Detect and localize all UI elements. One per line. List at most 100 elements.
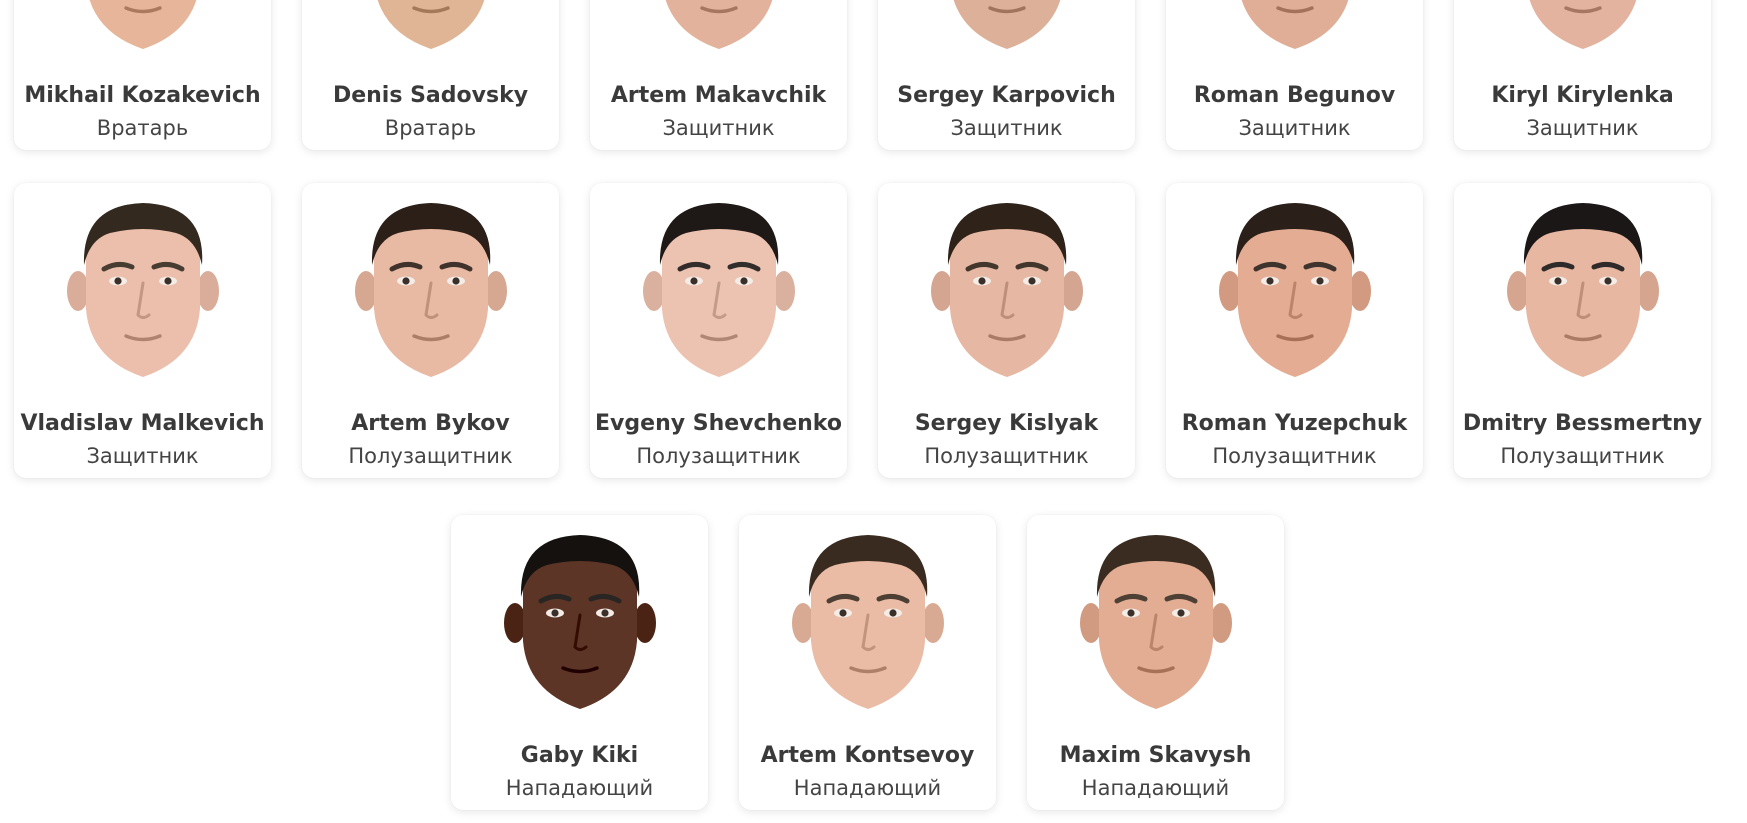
ear-left: [66, 271, 89, 311]
pupil-left: [689, 277, 698, 285]
player-face-image: [1241, 0, 1348, 49]
player-card[interactable]: Roman Begunov Защитник: [1166, 0, 1423, 150]
player-photo: [14, 0, 271, 51]
player-position: Защитник: [86, 444, 199, 468]
player-name: Roman Begunov: [1193, 83, 1396, 108]
player-card[interactable]: Artem Makavchik Защитник: [590, 0, 847, 150]
ear-right: [196, 271, 219, 311]
head-shape: [953, 0, 1060, 49]
player-face-image: [1529, 0, 1636, 49]
pupil-right: [451, 277, 460, 285]
ear-right: [772, 271, 795, 311]
pupil-left: [1265, 277, 1274, 285]
pupil-left: [1126, 609, 1135, 617]
pupil-left: [550, 609, 559, 617]
pupil-left: [838, 609, 847, 617]
pupil-right: [739, 277, 748, 285]
ear-left: [1218, 271, 1241, 311]
ear-right: [921, 603, 944, 643]
player-photo: [878, 199, 1135, 379]
player-name: Vladislav Malkevich: [20, 411, 265, 436]
player-face-image: [642, 203, 795, 377]
player-photo: [1454, 199, 1711, 379]
player-photo: [1166, 0, 1423, 51]
pupil-right: [1176, 609, 1185, 617]
player-face-image: [1506, 203, 1659, 377]
player-name: Gaby Kiki: [520, 743, 639, 768]
player-card[interactable]: Maxim Skavysh Нападающий: [1027, 515, 1284, 810]
player-name: Denis Sadovsky: [332, 83, 529, 108]
pupil-left: [401, 277, 410, 285]
player-name: Sergey Karpovich: [897, 83, 1116, 108]
ear-left: [791, 603, 814, 643]
player-position: Нападающий: [793, 776, 942, 800]
player-photo: [590, 199, 847, 379]
player-card[interactable]: Sergey Karpovich Защитник: [878, 0, 1135, 150]
player-card[interactable]: Artem Kontsevoy Нападающий: [739, 515, 996, 810]
ear-left: [503, 603, 526, 643]
player-photo: [590, 0, 847, 51]
pupil-left: [113, 277, 122, 285]
player-card[interactable]: Roman Yuzepchuk Полузащитник: [1166, 183, 1423, 478]
ear-left: [930, 271, 953, 311]
ear-right: [1209, 603, 1232, 643]
player-face-image: [665, 0, 772, 49]
player-photo: [878, 0, 1135, 51]
player-photo: [302, 199, 559, 379]
player-card[interactable]: Sergey Kislyak Полузащитник: [878, 183, 1135, 478]
pupil-right: [1603, 277, 1612, 285]
ear-left: [354, 271, 377, 311]
player-face-image: [930, 203, 1083, 377]
player-name: Dmitry Bessmertny: [1462, 411, 1703, 436]
player-photo: [739, 531, 996, 711]
pupil-left: [1553, 277, 1562, 285]
player-name: Artem Kontsevoy: [760, 743, 975, 768]
player-position: Защитник: [1238, 116, 1351, 140]
ear-right: [633, 603, 656, 643]
player-name: Artem Bykov: [351, 411, 510, 436]
player-card[interactable]: Denis Sadovsky Вратарь: [302, 0, 559, 150]
player-face-image: [377, 0, 484, 49]
player-position: Полузащитник: [636, 444, 801, 468]
player-face-image: [791, 535, 944, 709]
ear-left: [1079, 603, 1102, 643]
player-face-image: [66, 203, 219, 377]
head-shape: [1529, 0, 1636, 49]
player-position: Защитник: [662, 116, 775, 140]
player-name: Kiryl Kirylenka: [1491, 83, 1674, 108]
player-position: Полузащитник: [1212, 444, 1377, 468]
player-photo: [1454, 0, 1711, 51]
player-position: Защитник: [1526, 116, 1639, 140]
player-position: Полузащитник: [1500, 444, 1665, 468]
player-grid: Mikhail Kozakevich Вратарь Denis Sadovsk…: [0, 0, 1747, 823]
player-card[interactable]: Dmitry Bessmertny Полузащитник: [1454, 183, 1711, 478]
player-face-image: [89, 0, 196, 49]
player-card[interactable]: Artem Bykov Полузащитник: [302, 183, 559, 478]
pupil-right: [600, 609, 609, 617]
player-photo: [1027, 531, 1284, 711]
player-card[interactable]: Gaby Kiki Нападающий: [451, 515, 708, 810]
player-name: Mikhail Kozakevich: [24, 83, 261, 108]
ear-right: [1060, 271, 1083, 311]
player-face-image: [1079, 535, 1232, 709]
head-shape: [665, 0, 772, 49]
player-card[interactable]: Vladislav Malkevich Защитник: [14, 183, 271, 478]
player-card[interactable]: Evgeny Shevchenko Полузащитник: [590, 183, 847, 478]
pupil-right: [1315, 277, 1324, 285]
player-card[interactable]: Kiryl Kirylenka Защитник: [1454, 0, 1711, 150]
player-photo: [1166, 199, 1423, 379]
player-photo: [14, 199, 271, 379]
ear-right: [1348, 271, 1371, 311]
player-position: Защитник: [950, 116, 1063, 140]
player-name: Evgeny Shevchenko: [595, 411, 842, 436]
pupil-right: [1027, 277, 1036, 285]
player-face-image: [1218, 203, 1371, 377]
player-card[interactable]: Mikhail Kozakevich Вратарь: [14, 0, 271, 150]
player-position: Полузащитник: [924, 444, 1089, 468]
head-shape: [377, 0, 484, 49]
player-photo: [451, 531, 708, 711]
player-position: Нападающий: [505, 776, 654, 800]
head-shape: [1241, 0, 1348, 49]
pupil-right: [163, 277, 172, 285]
pupil-right: [888, 609, 897, 617]
